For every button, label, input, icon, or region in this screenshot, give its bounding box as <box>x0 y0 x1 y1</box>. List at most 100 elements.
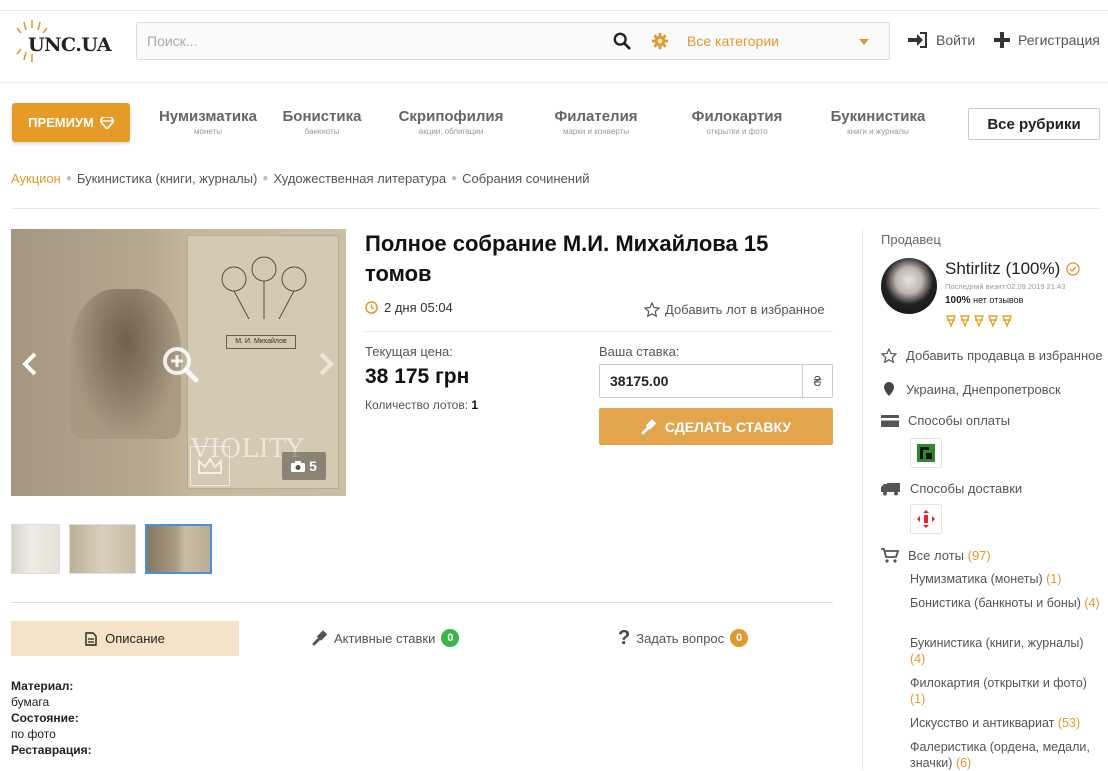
nova-poshta-logo <box>917 510 935 528</box>
thumbnail-1[interactable] <box>11 524 60 574</box>
nav-item-bookselling[interactable]: Букинистика книги и журналы <box>826 108 930 136</box>
seller-last-visit: Последний визит:02.09.2019 21:43 <box>945 282 1066 291</box>
seller-rating: 100% нет отзывов <box>945 295 1023 306</box>
seller-category-name: Фалеристика (ордена, медали, значки) <box>910 740 1090 770</box>
nav-item-subtitle: монеты <box>194 127 222 136</box>
seller-category-name: Букинистика (книги, журналы) <box>910 636 1084 650</box>
zoom-icon[interactable] <box>160 344 200 384</box>
premium-button[interactable]: ПРЕМИУМ <box>12 103 130 142</box>
credit-card-icon <box>881 414 899 427</box>
header-divider <box>0 82 1108 83</box>
seller-category-item[interactable]: Филокартия (открытки и фото) (1) <box>910 675 1102 707</box>
nav-item-bonistics[interactable]: Бонистика банкноты <box>280 108 364 136</box>
register-label: Регистрация <box>1018 32 1100 48</box>
thumbnail-2[interactable] <box>69 524 136 574</box>
seller-divider <box>862 229 863 770</box>
chevron-left-icon[interactable] <box>20 352 40 376</box>
tab-active-bids-label: Активные ставки <box>334 630 436 646</box>
payment-methods-label: Способы оплаты <box>908 413 1011 428</box>
breadcrumb: Аукцион ● Букинистика (книги, журналы) ●… <box>11 171 590 186</box>
search-icon[interactable] <box>613 32 631 50</box>
quantity-label: Количество лотов: <box>365 398 469 412</box>
seller-avatar[interactable] <box>881 258 937 314</box>
breadcrumb-separator: ● <box>451 173 458 184</box>
seller-category-item[interactable]: Букинистика (книги, журналы) (4) <box>910 635 1102 667</box>
nav-item-philocarty[interactable]: Филокартия открытки и фото <box>686 108 788 136</box>
nav-item-scripophily[interactable]: Скрипофилия акции, облигации <box>395 108 507 136</box>
seller-name[interactable]: Shtirlitz (100%) <box>945 259 1060 279</box>
tab-ask-question[interactable]: ? Задать вопрос 0 <box>618 627 749 649</box>
gavel-icon <box>641 418 657 434</box>
tab-active-bids[interactable]: Активные ставки 0 <box>312 629 460 647</box>
nav-item-philately[interactable]: Филателия марки и конверты <box>550 108 642 136</box>
timer-value: 2 дня 05:04 <box>384 300 453 315</box>
lot-title: Полное собрание М.И. Михайлова 15 томов <box>365 231 769 286</box>
current-price: 38 175 грн <box>365 365 470 388</box>
add-lot-favorite[interactable]: Добавить лот в избранное <box>644 302 825 317</box>
nav-item-subtitle: акции, облигации <box>418 127 484 136</box>
currency-symbol: ₴ <box>802 365 832 397</box>
delivery-methods-label: Способы доставки <box>910 481 1023 496</box>
nav-item-subtitle: банкноты <box>304 127 340 136</box>
bid-label: Ваша ставка: <box>599 344 680 359</box>
photo-count: 5 <box>309 458 317 474</box>
chevron-down-icon[interactable] <box>859 39 869 45</box>
breadcrumb-link[interactable]: Собрания сочинений <box>462 171 589 186</box>
category-select[interactable]: Все категории <box>687 33 779 49</box>
star-outline-icon <box>644 302 660 317</box>
top-divider <box>0 10 1108 11</box>
seller-label: Продавец <box>881 232 941 247</box>
seller-category-count: (53) <box>1057 716 1081 730</box>
seller-rating-text: нет отзывов <box>973 295 1024 305</box>
add-seller-favorite[interactable]: Добавить продавца в избранное <box>881 348 1103 363</box>
site-logo[interactable]: UNC.UA <box>10 18 120 64</box>
breadcrumb-link[interactable]: Букинистика (книги, журналы) <box>77 171 257 186</box>
gear-icon[interactable] <box>651 32 669 50</box>
plus-icon <box>994 32 1010 48</box>
truck-icon <box>881 482 900 495</box>
privatbank-icon <box>910 438 942 468</box>
nav-item-numismatics[interactable]: Нумизматика монеты <box>158 108 258 136</box>
breadcrumb-separator: ● <box>262 173 269 184</box>
all-rubrics-button[interactable]: Все рубрики <box>968 108 1100 140</box>
place-bid-button[interactable]: СДЕЛАТЬ СТАВКУ <box>599 408 833 445</box>
seller-category-item[interactable]: Нумизматика (монеты) (1) <box>910 571 1102 587</box>
bid-field: ₴ <box>599 364 833 398</box>
seller-category-count: (4) <box>1084 596 1100 610</box>
lot-description: Материал: бумага Состояние: по фото Рест… <box>11 678 92 758</box>
question-icon: ? <box>618 627 631 649</box>
condition-value: по фото <box>11 727 56 741</box>
breadcrumb-link[interactable]: Художественная литература <box>273 171 446 186</box>
rating-stars-icon <box>945 315 1013 328</box>
bid-input[interactable] <box>600 365 800 397</box>
tab-description[interactable]: Описание <box>11 621 239 656</box>
login-icon <box>908 32 927 48</box>
all-lots-label: Все лоты <box>908 548 964 563</box>
nav-item-title: Филателия <box>554 108 638 125</box>
seller-category-item[interactable]: Бонистика (банкноты и боны) (4) <box>910 595 1102 611</box>
photo-count-badge[interactable]: 5 <box>282 452 326 480</box>
seller-category-name: Искусство и антиквариат <box>910 716 1055 730</box>
premium-label: ПРЕМИУМ <box>28 115 94 130</box>
seller-category-item[interactable]: Фалеристика (ордена, медали, значки) (6) <box>910 739 1102 771</box>
star-outline-icon <box>881 348 897 363</box>
breadcrumb-link[interactable]: Аукцион <box>11 171 61 186</box>
breadcrumb-separator: ● <box>65 173 72 184</box>
nav-item-title: Нумизматика <box>158 108 258 125</box>
all-lots-link[interactable]: Все лоты (97) <box>881 548 991 563</box>
payment-methods: Способы оплаты <box>881 413 1010 428</box>
verified-check-icon <box>1066 262 1080 276</box>
login-link[interactable]: Войти <box>908 32 975 48</box>
thumbnail-3[interactable] <box>145 524 212 574</box>
quantity-value: 1 <box>471 398 479 412</box>
nav-item-subtitle: книги и журналы <box>847 127 909 136</box>
seller-category-name: Филокартия (открытки и фото) <box>910 676 1087 690</box>
privatbank-logo <box>917 444 935 462</box>
seller-category-count: (4) <box>910 652 926 666</box>
chevron-right-icon[interactable] <box>316 352 336 376</box>
register-link[interactable]: Регистрация <box>994 32 1100 48</box>
seller-stars <box>945 314 1015 328</box>
seller-category-item[interactable]: Искусство и антиквариат (53) <box>910 715 1102 731</box>
delivery-methods: Способы доставки <box>881 481 1022 496</box>
search-input[interactable] <box>137 23 597 59</box>
